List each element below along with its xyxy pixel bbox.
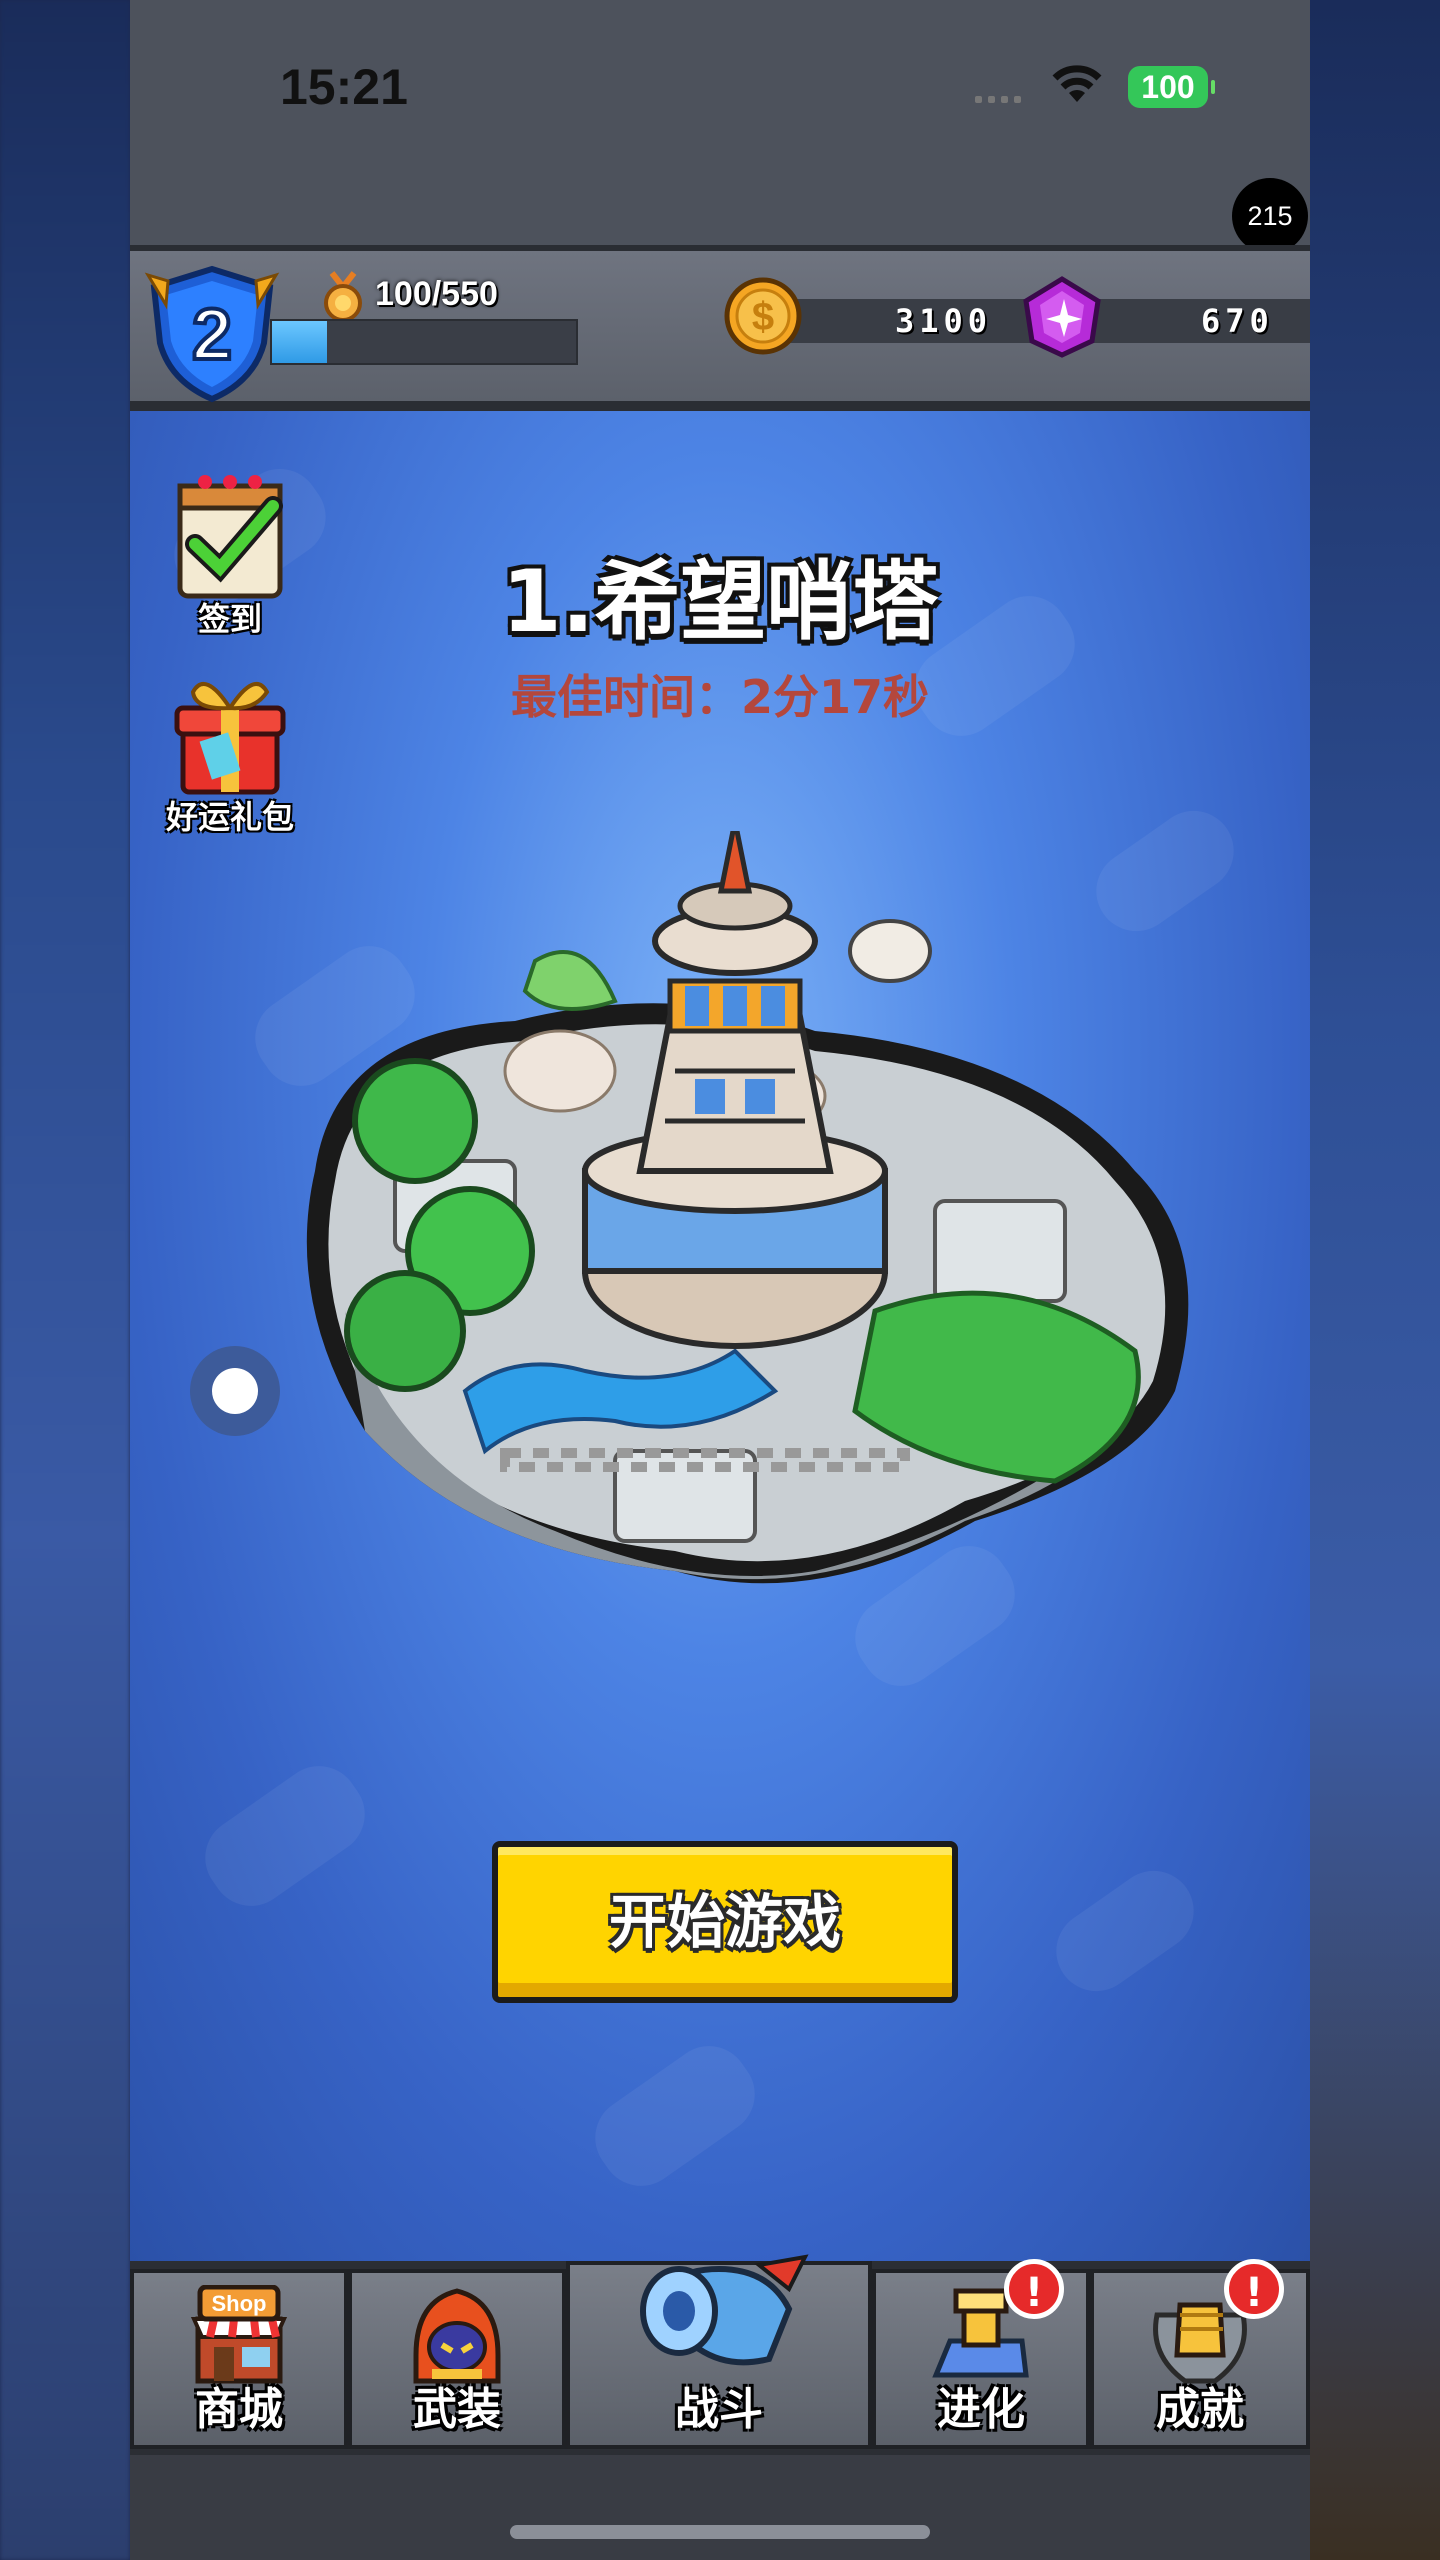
cellular-signal-icon [975, 88, 1027, 107]
hooded-hero-icon [413, 2288, 501, 2384]
xp-progress-fill [272, 321, 327, 363]
battle-cannon-icon [640, 2254, 809, 2366]
nav-shop-label: 商城 [195, 2384, 283, 2435]
coin-amount: 3100 [895, 302, 993, 340]
nav-achievements[interactable]: ! 成就 [1090, 2259, 1310, 2449]
xp-value: 100/550 [375, 275, 498, 313]
nav-shop[interactable]: Shop 商城 [130, 2269, 348, 2449]
nav-armory-label: 武装 [413, 2384, 501, 2435]
footer-bar [130, 2455, 1310, 2560]
evolve-alert-badge: ! [1004, 2259, 1064, 2319]
shop-sign-text: Shop [212, 2291, 267, 2316]
player-hud: 2 100/550 3100 $ 670 [130, 245, 1310, 411]
right-background-edge [1310, 0, 1440, 2560]
status-bar: 15:21 100 [130, 0, 1310, 180]
stage-select-area: 签到 好运礼包 1.希望哨塔 最佳时间：2分17秒 开始游戏 [130, 411, 1310, 2261]
start-game-button[interactable]: 开始游戏 [492, 1841, 958, 2003]
gold-coin-icon: $ [724, 277, 802, 355]
joystick-handle[interactable] [190, 1346, 280, 1436]
bottom-navigation: Shop 商城 武装 战斗 ! 进化 ! 成就 [130, 2254, 1310, 2455]
gem-amount: 670 [1201, 302, 1274, 340]
overlay-counter-badge[interactable]: 215 [1232, 178, 1308, 254]
achievements-alert-badge: ! [1224, 2259, 1284, 2319]
medal-icon [324, 271, 362, 322]
battery-indicator: 100 [1128, 66, 1215, 108]
level-number: 2 [192, 295, 232, 375]
nav-battle[interactable]: 战斗 [566, 2254, 872, 2449]
xp-progress-bar [270, 319, 578, 365]
nav-armory[interactable]: 武装 [348, 2269, 566, 2449]
game-screen: 15:21 100 215 2 100/550 3100 $ 670 签到 好运… [130, 0, 1310, 2560]
wifi-icon [1052, 65, 1102, 102]
shop-icon: Shop [190, 2285, 288, 2384]
nav-battle-label: 战斗 [675, 2384, 763, 2435]
nav-achievements-label: 成就 [1156, 2384, 1244, 2435]
purple-gem-icon [1023, 276, 1101, 358]
nav-evolve-label: 进化 [937, 2384, 1025, 2435]
level-shield-icon: 2 [144, 265, 280, 403]
nav-evolve[interactable]: ! 进化 [872, 2259, 1090, 2449]
left-background-edge [0, 0, 130, 2560]
status-time: 15:21 [280, 59, 408, 115]
home-indicator[interactable] [510, 2525, 930, 2539]
gem-counter[interactable]: 670 [1076, 299, 1310, 343]
start-game-label: 开始游戏 [608, 1888, 841, 1956]
tower-island-illustration[interactable] [255, 831, 1255, 1711]
stage-title: 1.希望哨塔 [501, 552, 939, 652]
svg-text:$: $ [752, 295, 774, 339]
best-time-text: 最佳时间：2分17秒 [510, 670, 930, 724]
